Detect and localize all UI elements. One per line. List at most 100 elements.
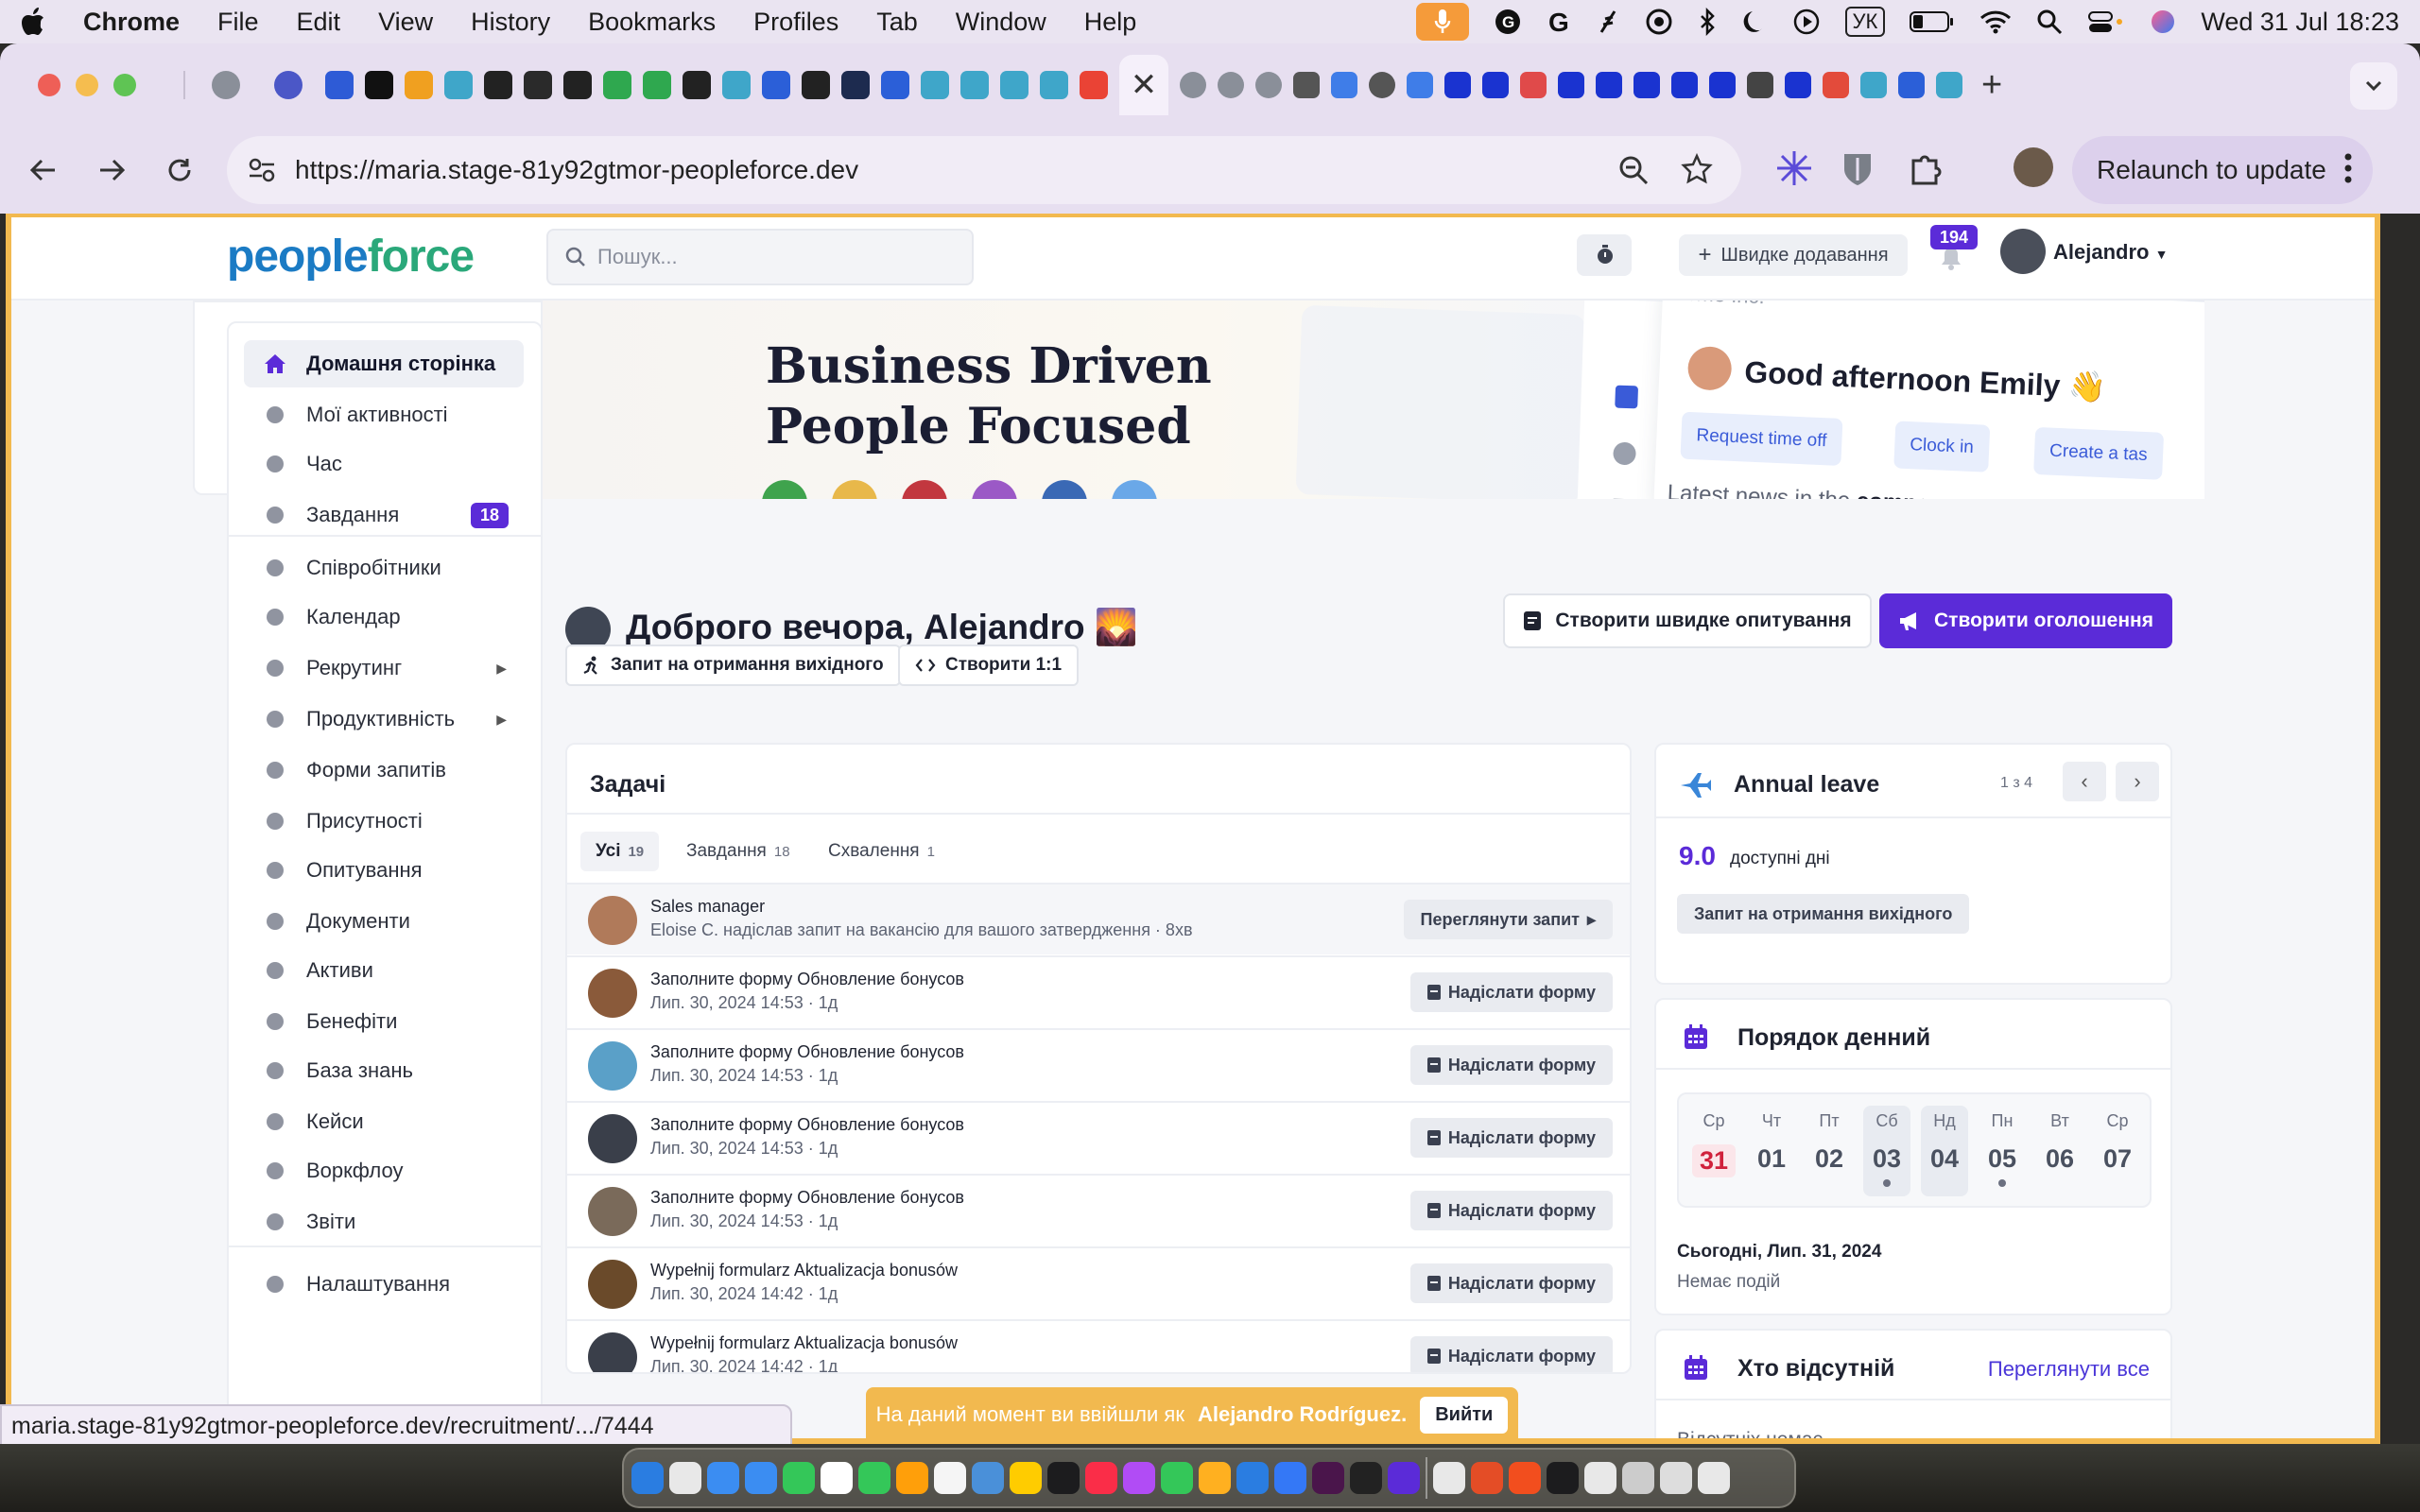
submit-form-button[interactable]: Надіслати форму: [1409, 1118, 1613, 1158]
back-arrow-icon[interactable]: [15, 142, 72, 198]
sidebar-item-7[interactable]: Рекрутинг ▶: [244, 644, 524, 692]
feather-icon[interactable]: [1596, 8, 1620, 36]
user-menu[interactable]: Alejandro ▼: [2053, 240, 2168, 265]
tab-favicon[interactable]: [1671, 72, 1698, 98]
tab-favicon[interactable]: [683, 71, 711, 99]
submit-form-button[interactable]: Надіслати форму: [1409, 1263, 1613, 1303]
dock-app-icon[interactable]: [1274, 1462, 1306, 1494]
grammarly-icon[interactable]: G: [1494, 8, 1522, 36]
tab-favicon[interactable]: [841, 71, 870, 99]
tab-favicon[interactable]: [643, 71, 671, 99]
perplexity-extension-icon[interactable]: [1775, 149, 1813, 187]
submit-form-button[interactable]: Надіслати форму: [1409, 972, 1613, 1012]
tab-favicon[interactable]: [1369, 72, 1395, 98]
wifi-icon[interactable]: [1979, 9, 2012, 34]
microphone-icon[interactable]: [1415, 3, 1469, 41]
tab-favicon[interactable]: [1823, 72, 1849, 98]
tab-favicon[interactable]: [563, 71, 592, 99]
sidebar-item-9[interactable]: Форми запитів: [244, 747, 524, 794]
tab-favicon[interactable]: [1218, 72, 1244, 98]
dock-app-icon[interactable]: [934, 1462, 966, 1494]
tab-favicon[interactable]: [274, 71, 302, 99]
notifications-count-badge[interactable]: 194: [1930, 225, 1979, 249]
sidebar-item-5[interactable]: Співробітники: [244, 544, 524, 592]
g-extension-icon[interactable]: G: [1547, 8, 1571, 36]
tab-favicon[interactable]: [762, 71, 790, 99]
new-tab-icon[interactable]: +: [1981, 65, 2002, 106]
previous-arrow-icon[interactable]: ‹: [2063, 762, 2106, 801]
zoom-window-button[interactable]: [113, 74, 136, 96]
menubar-clock[interactable]: Wed 31 Jul 18:23: [2201, 8, 2399, 37]
relaunch-to-update-button[interactable]: Relaunch to update: [2072, 136, 2373, 204]
view-request-button[interactable]: Переглянути запит ▸: [1403, 900, 1613, 939]
dock-app-icon[interactable]: [1433, 1462, 1465, 1494]
battery-icon[interactable]: [1910, 10, 1955, 33]
tab-favicon[interactable]: [921, 71, 949, 99]
leave-request-button[interactable]: Запит на отримання вихідного: [1677, 894, 1970, 934]
sidebar-item-13[interactable]: Активи: [244, 947, 524, 994]
minimize-window-button[interactable]: [76, 74, 98, 96]
sidebar-item-4[interactable]: Завдання 18: [244, 491, 524, 539]
tab-favicon[interactable]: [1558, 72, 1584, 98]
dock-app-icon[interactable]: [1547, 1462, 1579, 1494]
dock-app-icon[interactable]: [1123, 1462, 1155, 1494]
dock-app-icon[interactable]: [1622, 1462, 1654, 1494]
bitwarden-icon[interactable]: [1841, 151, 1874, 187]
sidebar-item-3[interactable]: Час: [244, 440, 524, 488]
apple-icon[interactable]: [21, 8, 45, 36]
reload-icon[interactable]: [151, 142, 208, 198]
tab-favicon[interactable]: [1040, 71, 1068, 99]
tab-favicon[interactable]: [1898, 72, 1925, 98]
agenda-day[interactable]: Чт 01: [1748, 1106, 1795, 1196]
tab-favicon[interactable]: [1747, 72, 1773, 98]
sidebar-item-14[interactable]: Бенефіти: [244, 998, 524, 1045]
sidebar-item-17[interactable]: Воркфлоу: [244, 1147, 524, 1194]
task-row[interactable]: Заполните форму Обновление бонусов Лип. 3…: [567, 1174, 1630, 1246]
dock-app-icon[interactable]: [1660, 1462, 1692, 1494]
tab-favicon[interactable]: [1634, 72, 1660, 98]
spotlight-search-icon[interactable]: [2036, 9, 2063, 35]
tab-favicon[interactable]: [1482, 72, 1509, 98]
create-announcement-button[interactable]: Створити оголошення: [1879, 593, 2172, 648]
quick-add-button[interactable]: + Швидке додавання: [1679, 234, 1908, 276]
dock-app-icon[interactable]: [1312, 1462, 1344, 1494]
sidebar-item-15[interactable]: База знань: [244, 1047, 524, 1094]
tab-favicon[interactable]: [1293, 72, 1320, 98]
tab-favicon[interactable]: [1860, 72, 1887, 98]
submit-form-button[interactable]: Надіслати форму: [1409, 1045, 1613, 1085]
tab-favicon[interactable]: [1180, 72, 1206, 98]
dock-app-icon[interactable]: [1085, 1462, 1117, 1494]
address-bar[interactable]: https://maria.stage-81y92gtmor-peoplefor…: [227, 136, 1741, 204]
dock-app-icon[interactable]: [896, 1462, 928, 1494]
dock-app-icon[interactable]: [1350, 1462, 1382, 1494]
record-icon[interactable]: [1645, 8, 1673, 36]
view-all-link[interactable]: Переглянути все: [1988, 1357, 2150, 1382]
dock-app-icon[interactable]: [1584, 1462, 1616, 1494]
dock-app-icon[interactable]: [1199, 1462, 1231, 1494]
dock-app-icon[interactable]: [1509, 1462, 1541, 1494]
agenda-day[interactable]: Вт 06: [2036, 1106, 2083, 1196]
tab-favicon[interactable]: [1709, 72, 1736, 98]
dock-app-icon[interactable]: [783, 1462, 815, 1494]
tab-favicon[interactable]: [325, 71, 354, 99]
menu-edit[interactable]: Edit: [297, 8, 341, 37]
menu-bookmarks[interactable]: Bookmarks: [588, 8, 716, 37]
sidebar-item-10[interactable]: Присутності: [244, 798, 524, 845]
sidebar-item-18[interactable]: Звіти: [244, 1198, 524, 1246]
tab-favicon[interactable]: [960, 71, 989, 99]
menu-window[interactable]: Window: [956, 8, 1046, 37]
agenda-day[interactable]: Пн 05: [1979, 1106, 2026, 1196]
tab-favicon[interactable]: [1080, 71, 1108, 99]
tab-favicon[interactable]: [484, 71, 512, 99]
tab-approvals[interactable]: Схвалення 1: [813, 832, 950, 871]
task-row[interactable]: Заполните форму Обновление бонусов Лип. 3…: [567, 1028, 1630, 1100]
tab-favicon[interactable]: [405, 71, 433, 99]
menu-tab[interactable]: Tab: [876, 8, 918, 37]
tab-favicon[interactable]: [1785, 72, 1811, 98]
tab-favicon[interactable]: [722, 71, 751, 99]
create-quick-survey-button[interactable]: Створити швидке опитування: [1503, 593, 1872, 648]
logout-button[interactable]: Вийти: [1420, 1396, 1509, 1434]
tab-favicon[interactable]: [444, 71, 473, 99]
zoom-icon[interactable]: [1618, 155, 1649, 185]
menu-profiles[interactable]: Profiles: [753, 8, 838, 37]
